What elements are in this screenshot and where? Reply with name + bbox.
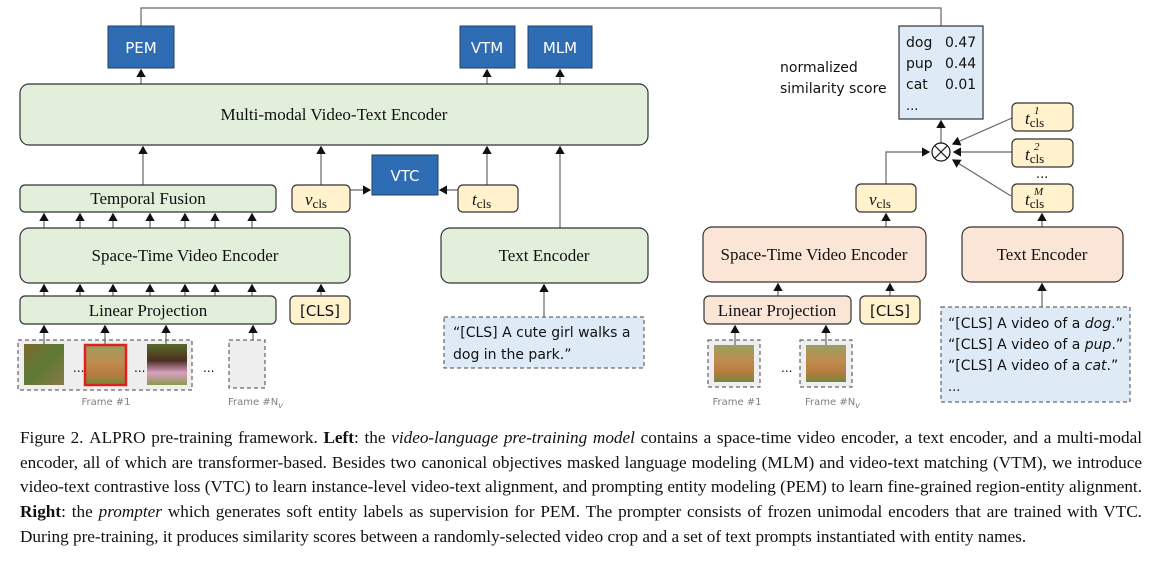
frame-image [147,344,187,385]
vtc-label: VTC [390,167,419,185]
svg-text:tclsM: tclsM [1025,186,1044,211]
pem-supervision-line [140,7,942,26]
score-label: normalized [780,60,858,76]
frame-image [714,345,754,382]
dot-product-icon [931,142,951,162]
text-prompt: “[CLS] A video of a dog.” [948,316,1123,332]
text-prompts: “[CLS] A video of a dog.” “[CLS] A video … [940,306,1131,403]
svg-text:...: ... [134,361,145,375]
svg-text:Text Encoder: Text Encoder [997,245,1088,264]
text-encoder-label: Text Encoder [499,246,590,265]
space-time-video-encoder: Space-Time Video Encoder [19,227,351,284]
frame-last-label: Frame #Nv [228,397,283,410]
vtc-objective: VTC [371,154,439,196]
svg-text:Frame #Nv: Frame #Nv [805,397,860,410]
frame-image [806,345,846,382]
video-encoder-label: Space-Time Video Encoder [92,246,279,265]
t-cls-token-3: tclsM [1011,183,1074,213]
svg-text:Linear Projection: Linear Projection [718,301,837,320]
cropped-frame-image [83,343,128,387]
linear-projection-frozen: Linear Projection [703,295,852,325]
score-entity: dog [906,35,932,51]
t-cls-token: tcls [457,184,519,213]
similarity-scores: dog 0.47 pup 0.44 cat 0.01 ... [898,25,984,120]
svg-text:“[CLS] A cute girl walks a: “[CLS] A cute girl walks a [453,325,630,341]
text-prompt: “[CLS] A video of a cat.” [948,358,1118,374]
cls-token: [CLS] [289,295,351,325]
text-encoder-frozen: Text Encoder [961,226,1124,283]
pem-objective: PEM [107,25,175,69]
svg-text:...: ... [781,361,792,375]
vtm-objective: VTM [459,25,516,69]
multimodal-encoder-label: Multi-modal Video-Text Encoder [221,105,448,124]
svg-text:[CLS]: [CLS] [300,302,340,320]
svg-text:...: ... [73,361,84,375]
linear-projection-label: Linear Projection [89,301,208,320]
v-cls-token: vcls [291,184,351,213]
svg-text:Space-Time Video Encoder: Space-Time Video Encoder [721,245,908,264]
frame-placeholder [228,339,266,389]
figure-caption: Figure 2. ALPRO pre-training framework. … [20,428,1142,546]
t-cls-token-1: tcls1 [1011,102,1074,132]
score-value: 0.01 [945,77,976,93]
v-cls-token-right: vcls [855,183,917,213]
pem-label: PEM [125,39,156,57]
score-entity: pup [906,56,933,72]
svg-text:...: ... [948,380,960,395]
svg-text:dog in the park.”: dog in the park.” [453,347,571,363]
t-cls-token-2: tcls2 [1011,138,1074,168]
svg-text:[CLS]: [CLS] [870,302,910,320]
vtm-label: VTM [471,39,503,57]
text-encoder: Text Encoder [440,227,649,284]
frame-first-label: Frame #1 [81,397,130,408]
score-value: 0.47 [945,35,976,51]
svg-text:Frame #1: Frame #1 [712,397,761,408]
score-label: similarity score [780,81,887,97]
score-value: 0.44 [945,56,976,72]
frame-image [24,344,64,385]
linear-projection: Linear Projection [19,295,277,325]
cls-token-right: [CLS] [859,295,921,325]
mlm-objective: MLM [527,25,593,69]
multimodal-encoder: Multi-modal Video-Text Encoder [19,83,649,146]
svg-text:...: ... [1036,167,1048,182]
svg-text:...: ... [203,361,214,375]
temporal-fusion: Temporal Fusion [19,184,277,213]
text-prompt: “[CLS] A video of a pup.” [948,337,1123,353]
temporal-fusion-label: Temporal Fusion [90,189,206,208]
score-entity: cat [906,77,928,93]
svg-text:...: ... [906,99,918,114]
text-input: “[CLS] A cute girl walks a dog in the pa… [443,316,645,369]
mlm-label: MLM [543,39,577,57]
alpro-diagram: PEM VTM MLM Multi-modal Video-Text Encod… [17,7,1131,410]
space-time-video-encoder-frozen: Space-Time Video Encoder [702,226,927,283]
